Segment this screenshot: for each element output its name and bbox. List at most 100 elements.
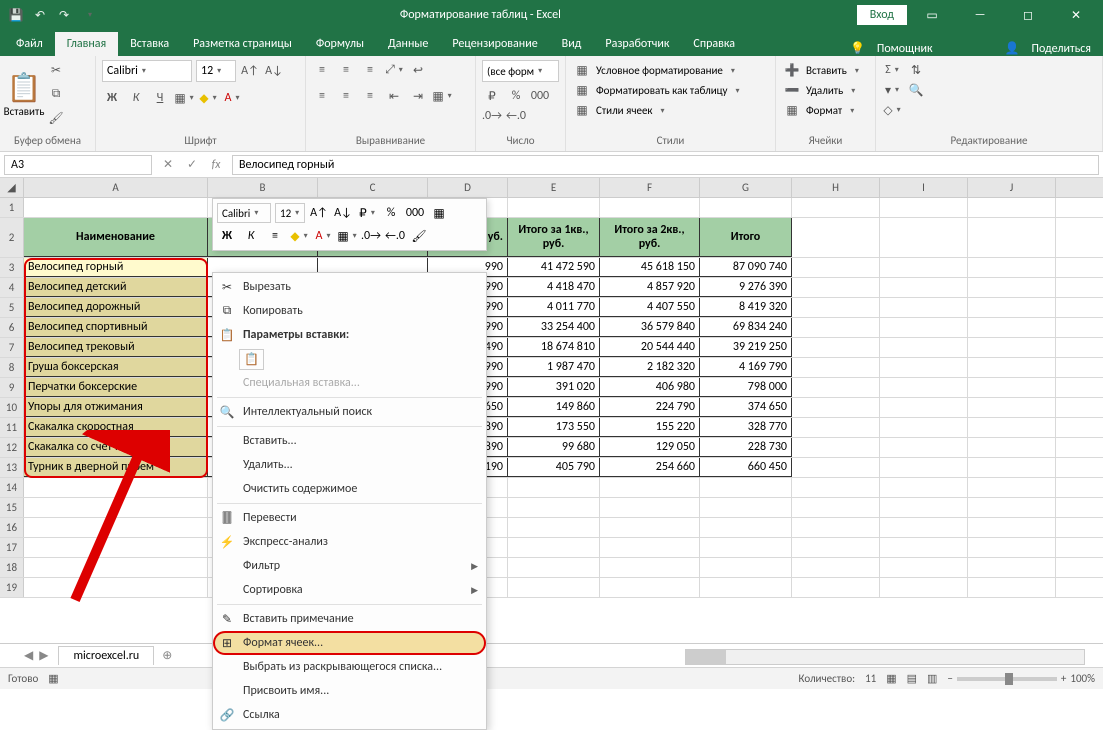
cell[interactable]: 405 790 [508, 458, 600, 477]
indent-increase-icon[interactable]: ⇥ [408, 86, 428, 106]
zoom-in-icon[interactable]: + [1061, 672, 1066, 685]
context-menu-item[interactable]: 🀫Перевести [213, 506, 486, 530]
mini-align-icon[interactable]: ≡ [265, 226, 285, 246]
mini-font-name[interactable]: Calibri [217, 203, 271, 223]
row-header[interactable]: 5 [0, 298, 24, 317]
fx-icon[interactable]: fx [204, 158, 228, 172]
row-header[interactable]: 4 [0, 278, 24, 297]
cell[interactable]: 20 544 440 [600, 338, 700, 357]
formula-input[interactable] [232, 155, 1099, 175]
cell[interactable]: Перчатки боксерские [24, 378, 208, 397]
fill-icon[interactable]: ▾ [882, 80, 902, 100]
sort-filter-icon[interactable]: ⇅ [906, 60, 926, 80]
cell[interactable]: 39 219 250 [700, 338, 792, 357]
zoom-level[interactable]: 100% [1070, 672, 1095, 685]
insert-cells-button[interactable]: Вставить [806, 64, 847, 77]
cell[interactable]: 8 419 320 [700, 298, 792, 317]
format-table-button[interactable]: Форматировать как таблицу [596, 84, 728, 97]
mini-font-color-icon[interactable]: A [313, 226, 333, 246]
align-top-icon[interactable]: ≡ [312, 60, 332, 80]
context-menu-item[interactable]: ⧉Копировать [213, 299, 486, 323]
col-header-E[interactable]: E [508, 178, 600, 197]
format-painter-icon[interactable]: 🖌 [46, 108, 66, 128]
number-format-select[interactable]: (все форм [482, 60, 559, 82]
tab-page-layout[interactable]: Разметка страницы [181, 32, 304, 56]
view-normal-icon[interactable]: ▦ [886, 672, 896, 685]
row-header[interactable]: 6 [0, 318, 24, 337]
context-menu-item[interactable]: Очистить содержимое [213, 477, 486, 501]
context-menu-item[interactable]: 📋Параметры вставки: [213, 323, 486, 347]
cell[interactable]: Велосипед дорожный [24, 298, 208, 317]
cell[interactable]: Турник в дверной проем [24, 458, 208, 477]
col-header-F[interactable]: F [600, 178, 700, 197]
bold-button[interactable]: Ж [102, 88, 122, 108]
row-header[interactable]: 18 [0, 558, 24, 577]
merge-icon[interactable]: ▦ [432, 86, 452, 106]
mini-percent-icon[interactable]: % [381, 203, 401, 223]
cell[interactable]: 1 987 470 [508, 358, 600, 377]
align-right-icon[interactable]: ≡ [360, 86, 380, 106]
cell[interactable]: Скакалка скоростная [24, 418, 208, 437]
tab-insert[interactable]: Вставка [118, 32, 181, 56]
cell[interactable]: 660 450 [700, 458, 792, 477]
cell[interactable]: 4 407 550 [600, 298, 700, 317]
col-header-G[interactable]: G [700, 178, 792, 197]
mini-decrease-font-icon[interactable]: A↓ [333, 203, 353, 223]
tab-view[interactable]: Вид [550, 32, 594, 56]
zoom-out-icon[interactable]: − [947, 672, 952, 685]
new-sheet-icon[interactable]: ⊕ [162, 648, 172, 663]
delete-cells-button[interactable]: Удалить [806, 84, 843, 97]
cell[interactable]: 36 579 840 [600, 318, 700, 337]
indent-decrease-icon[interactable]: ⇤ [384, 86, 404, 106]
mini-comma-icon[interactable]: 000 [405, 203, 425, 223]
qat-dropdown-icon[interactable] [80, 7, 96, 23]
cell[interactable]: 4 011 770 [508, 298, 600, 317]
cond-format-button[interactable]: Условное форматирование [596, 64, 723, 77]
cell[interactable]: 9 276 390 [700, 278, 792, 297]
context-menu-item[interactable]: Присвоить имя... [213, 679, 486, 703]
paste-option[interactable]: 📋 [213, 347, 486, 371]
context-menu-item[interactable]: Сортировка▶ [213, 578, 486, 602]
table-header[interactable]: Итого за 1кв., руб. [508, 218, 600, 257]
align-bottom-icon[interactable]: ≡ [360, 60, 380, 80]
decrease-font-icon[interactable]: A↓ [264, 61, 284, 81]
sheet-nav-prev-icon[interactable]: ◀ [24, 648, 33, 663]
row-header[interactable]: 15 [0, 498, 24, 517]
row-header[interactable]: 1 [0, 198, 24, 217]
cell[interactable]: 4 169 790 [700, 358, 792, 377]
horizontal-scrollbar[interactable] [685, 649, 1085, 665]
cell[interactable]: 69 834 240 [700, 318, 792, 337]
col-header-D[interactable]: D [428, 178, 508, 197]
close-icon[interactable]: ✕ [1053, 0, 1099, 30]
cell[interactable]: 45 618 150 [600, 258, 700, 277]
cell[interactable]: 4 418 470 [508, 278, 600, 297]
login-button[interactable]: Вход [857, 5, 907, 25]
context-menu-item[interactable]: ✂Вырезать [213, 275, 486, 299]
border-icon[interactable]: ▦ [174, 88, 194, 108]
ribbon-options-icon[interactable]: ▭ [909, 0, 955, 30]
sheet-nav-next-icon[interactable]: ▶ [39, 648, 48, 663]
cut-icon[interactable]: ✂ [46, 60, 66, 80]
font-color-icon[interactable]: A [222, 88, 242, 108]
macro-record-icon[interactable]: ▦ [48, 672, 58, 685]
cell[interactable]: 254 660 [600, 458, 700, 477]
cell[interactable]: 224 790 [600, 398, 700, 417]
comma-icon[interactable]: 000 [530, 86, 550, 106]
mini-inc-decimal-icon[interactable]: .0→ [361, 226, 381, 246]
percent-icon[interactable]: % [506, 86, 526, 106]
view-page-icon[interactable]: ▤ [907, 672, 917, 685]
underline-button[interactable]: Ч [150, 88, 170, 108]
mini-font-size[interactable]: 12 [275, 203, 305, 223]
cell[interactable]: 406 980 [600, 378, 700, 397]
mini-currency-icon[interactable]: ₽ [357, 203, 377, 223]
align-left-icon[interactable]: ≡ [312, 86, 332, 106]
tab-file[interactable]: Файл [4, 32, 55, 56]
font-name-select[interactable]: Calibri [102, 60, 192, 82]
tell-me[interactable]: Помощник [877, 42, 933, 56]
cell[interactable]: 2 182 320 [600, 358, 700, 377]
table-header[interactable]: Итого за 2кв., руб. [600, 218, 700, 257]
cell[interactable]: 4 857 920 [600, 278, 700, 297]
undo-icon[interactable]: ↶ [32, 7, 48, 23]
cell[interactable]: 798 000 [700, 378, 792, 397]
font-size-select[interactable]: 12 [196, 60, 236, 82]
